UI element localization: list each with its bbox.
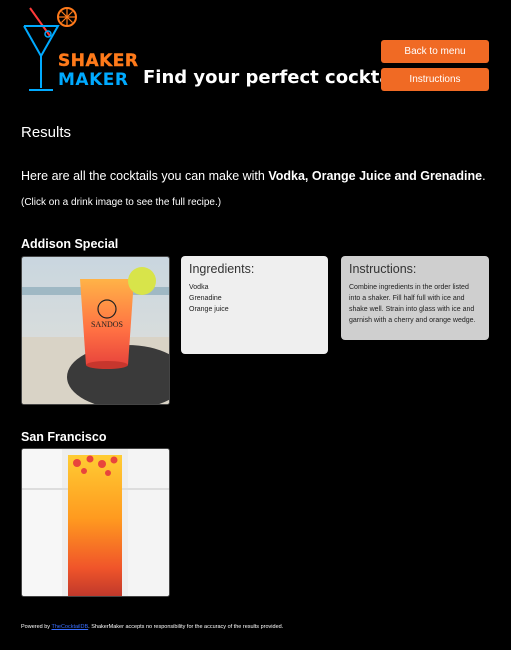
logo-line-shaker: SHAKER xyxy=(58,51,139,71)
cocktaildb-link[interactable]: TheCocktailDB xyxy=(51,624,88,630)
intro-ingredients: Vodka, Orange Juice and Grenadine xyxy=(268,169,483,183)
intro-prefix: Here are all the cocktails you can make … xyxy=(21,169,269,183)
shaker-maker-logo: SHAKER MAKER xyxy=(20,4,138,96)
instructions-title: Instructions: xyxy=(349,262,417,276)
cup-text: SANDOS xyxy=(91,320,123,329)
instructions-button[interactable]: Instructions xyxy=(381,68,489,91)
ingredients-card: Ingredients: Vodka Grenadine Orange juic… xyxy=(181,256,328,354)
intro-suffix: . xyxy=(482,169,486,183)
instructions-card: Instructions: Combine ingredients in the… xyxy=(341,256,489,340)
logo-wordmark: SHAKER MAKER xyxy=(58,51,139,90)
footer-prefix: Powered by xyxy=(21,624,52,630)
page-title: Find your perfect cocktail xyxy=(143,67,404,88)
drink-image-addison-special[interactable]: SANDOS xyxy=(21,256,170,405)
drink-name-addison-special: Addison Special xyxy=(21,237,119,251)
back-to-menu-button[interactable]: Back to menu xyxy=(381,40,489,63)
ingredients-title: Ingredients: xyxy=(189,262,255,276)
logo-line-maker: MAKER xyxy=(58,70,129,90)
footer: Powered by TheCocktailDB. ShakerMaker ac… xyxy=(21,624,283,630)
footer-suffix: . ShakerMaker accepts no responsibility … xyxy=(88,624,284,630)
instructions-text: Combine ingredients in the order listed … xyxy=(349,284,476,324)
results-intro: Here are all the cocktails you can make … xyxy=(21,169,486,183)
click-hint: (Click on a drink image to see the full … xyxy=(21,197,222,208)
ingredient-item: Vodka xyxy=(189,284,209,291)
ingredient-item: Grenadine xyxy=(189,295,222,302)
drink-name-san-francisco: San Francisco xyxy=(21,430,107,444)
ingredient-item: Orange juice xyxy=(189,306,229,313)
results-heading: Results xyxy=(21,124,72,141)
ingredients-list: Vodka Grenadine Orange juice xyxy=(189,282,320,315)
drink-image-san-francisco[interactable] xyxy=(21,448,170,597)
